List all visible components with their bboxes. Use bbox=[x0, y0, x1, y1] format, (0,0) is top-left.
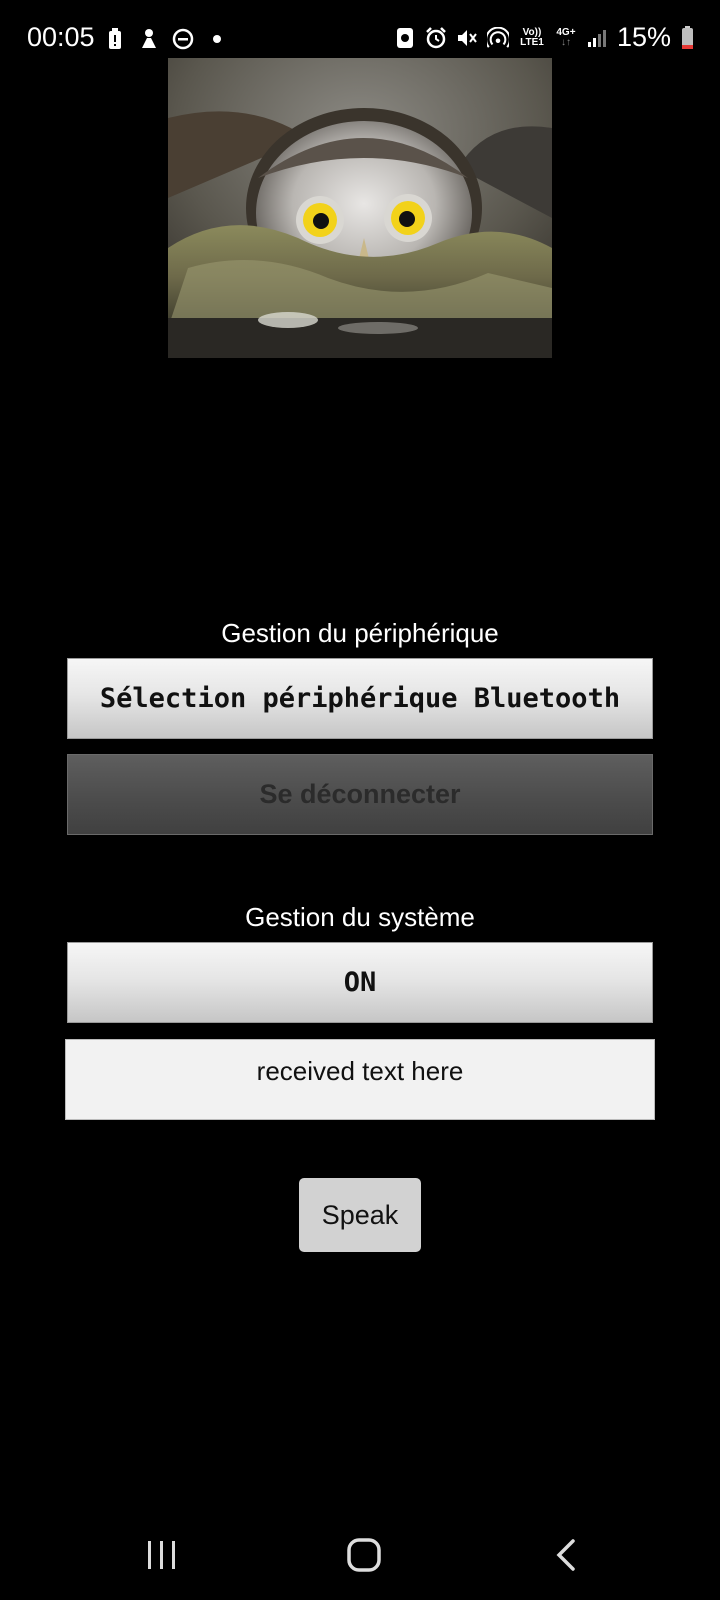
hotspot-icon bbox=[486, 25, 509, 51]
battery-icon bbox=[680, 25, 694, 51]
dot-icon bbox=[206, 26, 228, 52]
signal-icon bbox=[586, 25, 608, 51]
network-type-label: 4G+ bbox=[556, 26, 576, 38]
home-icon bbox=[347, 1538, 381, 1572]
system-section-title: Gestion du système bbox=[245, 902, 475, 932]
navigation-bar bbox=[0, 1500, 720, 1600]
disconnect-button[interactable]: Se déconnecter bbox=[67, 754, 653, 835]
dnd-icon bbox=[172, 26, 194, 52]
volte-icon: Vo)) LTE1 bbox=[518, 25, 546, 51]
received-text: received text here bbox=[256, 1056, 464, 1086]
alarm-icon bbox=[425, 25, 447, 51]
status-time: 00:05 bbox=[27, 22, 95, 52]
owl-image bbox=[168, 58, 552, 358]
status-left-icons bbox=[104, 26, 228, 52]
status-right-icons: Vo)) LTE1 4G+ ↓↑ 15% bbox=[394, 22, 694, 53]
data-arrows-icon: ↓↑ bbox=[560, 36, 571, 48]
disconnect-label: Se déconnecter bbox=[259, 779, 461, 809]
on-toggle-label: ON bbox=[343, 967, 377, 998]
on-toggle-button[interactable]: ON bbox=[67, 942, 653, 1023]
recent-apps-icon bbox=[148, 1541, 175, 1569]
received-text-box: received text here bbox=[65, 1039, 655, 1120]
battery-saver-icon bbox=[104, 26, 126, 52]
speak-button[interactable]: Speak bbox=[299, 1178, 421, 1252]
4g-icon: 4G+ ↓↑ bbox=[555, 25, 577, 51]
home-button[interactable] bbox=[334, 1530, 394, 1580]
back-icon bbox=[556, 1539, 575, 1571]
select-bluetooth-device-button[interactable]: Sélection périphérique Bluetooth bbox=[67, 658, 653, 739]
cast-icon bbox=[394, 25, 416, 51]
battery-percent: 15% bbox=[616, 22, 671, 52]
speak-label: Speak bbox=[321, 1199, 399, 1230]
mute-icon bbox=[456, 25, 478, 51]
back-button[interactable] bbox=[536, 1530, 596, 1580]
select-bluetooth-device-label: Sélection périphérique Bluetooth bbox=[99, 683, 621, 714]
gesture-icon bbox=[138, 26, 160, 52]
device-section-title: Gestion du périphérique bbox=[221, 618, 499, 648]
lte-label: LTE1 bbox=[520, 36, 544, 48]
volte-label: Vo)) bbox=[522, 26, 542, 38]
recent-apps-button[interactable] bbox=[132, 1530, 192, 1580]
